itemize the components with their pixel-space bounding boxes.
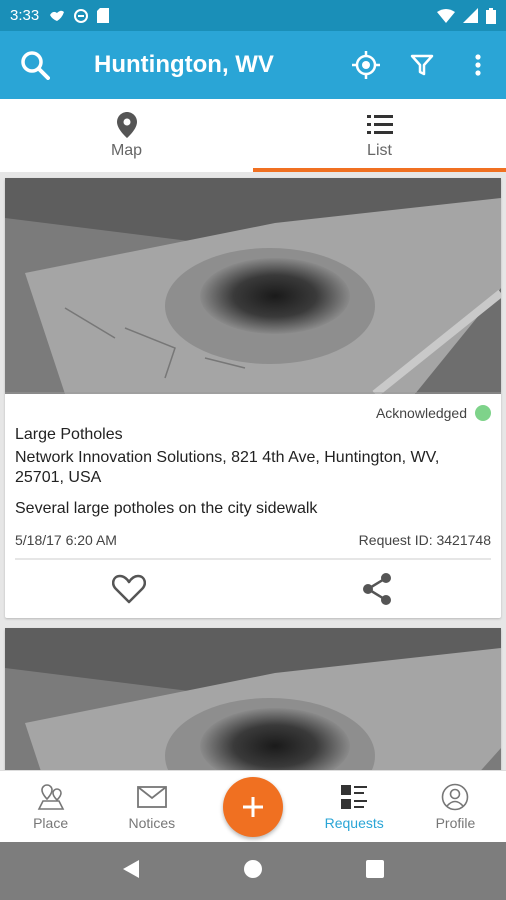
- request-list[interactable]: Acknowledged Large Potholes Network Inno…: [0, 172, 506, 770]
- signal-icon: [463, 8, 478, 23]
- overflow-menu-button[interactable]: [450, 37, 506, 93]
- nav-profile-label: Profile: [435, 814, 476, 831]
- pothole-image: [5, 178, 501, 394]
- like-button[interactable]: [5, 574, 253, 604]
- nav-profile[interactable]: Profile: [405, 783, 506, 831]
- status-bar: 3:33: [0, 0, 506, 31]
- tab-list-label: List: [367, 141, 392, 159]
- recents-square-icon: [366, 859, 385, 878]
- request-id: Request ID: 3421748: [358, 532, 491, 548]
- place-icon: [37, 783, 64, 810]
- tab-map-label: Map: [110, 141, 143, 159]
- plus-icon: [243, 796, 263, 817]
- wifi-icon: [437, 8, 455, 23]
- status-label: Acknowledged: [375, 405, 467, 421]
- share-button[interactable]: [253, 572, 501, 606]
- nav-requests-label: Requests: [324, 814, 384, 831]
- pothole-image: [5, 628, 501, 770]
- data-saver-icon: [74, 8, 89, 23]
- page-title: Huntington, WV: [94, 51, 274, 78]
- nav-notices[interactable]: Notices: [101, 783, 202, 831]
- notification-bird-icon: [50, 10, 65, 21]
- locate-button[interactable]: [338, 37, 394, 93]
- nav-place[interactable]: Place: [0, 783, 101, 831]
- request-description: Several large potholes on the city sidew…: [15, 500, 318, 517]
- filter-icon: [410, 54, 434, 76]
- nav-place-label: Place: [33, 814, 69, 831]
- status-indicator: Acknowledged: [15, 402, 491, 424]
- tab-list[interactable]: List: [253, 99, 506, 172]
- request-card[interactable]: Acknowledged Large Potholes Network Inno…: [5, 178, 501, 618]
- gps-crosshair-icon: [352, 51, 380, 79]
- battery-icon: [486, 7, 496, 24]
- status-dot: [475, 405, 491, 421]
- request-photo[interactable]: [5, 628, 501, 770]
- request-photo[interactable]: [5, 178, 501, 394]
- back-button[interactable]: [122, 859, 140, 884]
- map-pin-icon: [116, 111, 137, 138]
- search-icon: [21, 51, 50, 80]
- profile-icon: [442, 783, 469, 810]
- system-nav-bar: [0, 842, 506, 900]
- add-request-button[interactable]: [223, 776, 283, 837]
- requests-icon: [341, 784, 368, 809]
- nav-requests[interactable]: Requests: [304, 783, 405, 831]
- sd-card-icon: [97, 8, 110, 23]
- back-triangle-icon: [122, 859, 139, 878]
- request-meta: 5/18/17 6:20 AM Request ID: 3421748: [15, 532, 491, 560]
- filter-button[interactable]: [394, 37, 450, 93]
- more-vert-icon: [475, 54, 481, 76]
- heart-icon: [112, 574, 146, 604]
- request-date: 5/18/17 6:20 AM: [15, 532, 117, 548]
- home-button[interactable]: [243, 859, 263, 884]
- app-bar: Huntington, WV: [0, 31, 506, 99]
- request-address: Network Innovation Solutions, 821 4th Av…: [15, 449, 440, 486]
- request-card[interactable]: [5, 628, 501, 770]
- status-time: 3:33: [10, 7, 40, 24]
- request-category: Large Potholes: [15, 426, 123, 443]
- share-icon: [363, 573, 391, 605]
- nav-notices-label: Notices: [128, 814, 176, 831]
- view-tabs: Map List: [0, 99, 506, 172]
- envelope-icon: [136, 785, 167, 808]
- recents-button[interactable]: [366, 859, 385, 883]
- new-request-nav: [202, 776, 303, 837]
- bottom-nav: Place Notices Requests Profile: [0, 770, 506, 842]
- tab-map[interactable]: Map: [0, 99, 253, 172]
- search-button[interactable]: [0, 50, 70, 80]
- home-circle-icon: [243, 859, 262, 878]
- list-icon: [366, 114, 393, 134]
